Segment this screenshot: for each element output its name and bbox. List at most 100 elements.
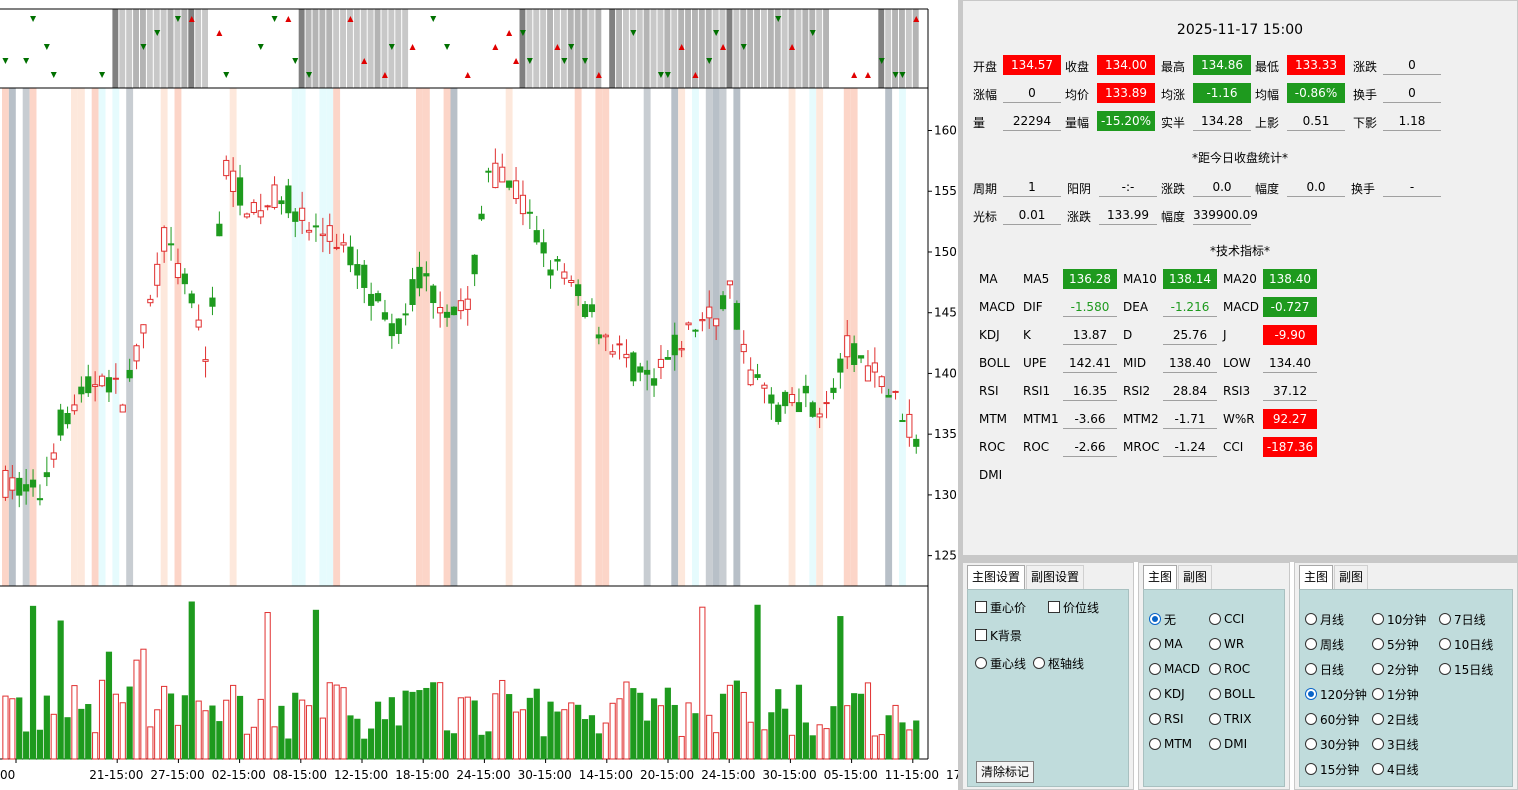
radio-indicator-roc[interactable]: ROC <box>1209 661 1250 677</box>
radio-circle[interactable] <box>1149 613 1161 625</box>
x-tick-label: 18-15:00 <box>395 768 449 782</box>
radio-circle[interactable] <box>1149 663 1161 675</box>
radio-circle[interactable] <box>1209 688 1221 700</box>
radio-indicator-trix[interactable]: TRIX <box>1209 711 1251 727</box>
radio-indicator-cci[interactable]: CCI <box>1209 611 1244 627</box>
radio-period[interactable]: 日线 <box>1305 661 1344 677</box>
radio-circle[interactable] <box>1149 688 1161 700</box>
radio-circle[interactable] <box>1372 613 1384 625</box>
radio-circle[interactable] <box>1305 638 1317 650</box>
checkbox-box[interactable] <box>975 629 987 641</box>
radio-center-line[interactable]: 重心线 <box>975 655 1026 671</box>
radio-period[interactable]: 3日线 <box>1372 736 1419 752</box>
radio-circle[interactable] <box>1209 713 1221 725</box>
radio-circle[interactable] <box>1305 713 1317 725</box>
radio-pivot-line[interactable]: 枢轴线 <box>1033 655 1084 671</box>
radio-indicator-macd[interactable]: MACD <box>1149 661 1200 677</box>
radio-circle[interactable] <box>1372 713 1384 725</box>
tab-period-sub[interactable]: 副图 <box>1334 565 1369 589</box>
radio-circle[interactable] <box>1209 613 1221 625</box>
indicator-name: KDJ <box>979 328 1000 342</box>
signal-band <box>547 9 553 88</box>
radio-indicator-boll[interactable]: BOLL <box>1209 686 1255 702</box>
radio-circle[interactable] <box>1372 738 1384 750</box>
radio-circle[interactable] <box>1149 638 1161 650</box>
radio-period[interactable]: 30分钟 <box>1305 736 1359 752</box>
radio-circle[interactable] <box>1149 713 1161 725</box>
tab-period-main[interactable]: 主图 <box>1299 565 1334 589</box>
radio-circle[interactable] <box>1209 663 1221 675</box>
checkbox-price-line[interactable]: 价位线 <box>1048 599 1099 615</box>
candle-body <box>140 324 147 334</box>
radio-circle[interactable] <box>1305 613 1317 625</box>
radio-period[interactable]: 月线 <box>1305 611 1344 627</box>
checkbox-box[interactable] <box>1048 601 1060 613</box>
radio-period[interactable]: 周线 <box>1305 636 1344 652</box>
volume-bar <box>568 702 575 760</box>
radio-indicator-ma[interactable]: MA <box>1149 636 1183 652</box>
radio-period[interactable]: 15分钟 <box>1305 761 1359 777</box>
tab-indicator-sub[interactable]: 副图 <box>1178 565 1213 589</box>
radio-circle[interactable] <box>1209 638 1221 650</box>
radio-circle[interactable] <box>1372 688 1384 700</box>
candle-body <box>347 246 354 266</box>
radio-indicator-dmi[interactable]: DMI <box>1209 736 1247 752</box>
radio-period[interactable]: 4日线 <box>1372 761 1419 777</box>
indicator-label: W%R <box>1223 412 1255 426</box>
indicator-value: 92.27 <box>1263 409 1317 429</box>
candle-body <box>43 472 50 478</box>
radio-circle[interactable] <box>1439 613 1451 625</box>
checkbox-box[interactable] <box>975 601 987 613</box>
candle-body <box>713 318 720 327</box>
tab-main-settings[interactable]: 主图设置 <box>967 565 1026 589</box>
kline-chart[interactable]: 125 130 135 140 145 150 155 160 00 21-15:00 27-15:… <box>0 0 958 790</box>
radio-period[interactable]: 2分钟 <box>1372 661 1419 677</box>
candle-body <box>802 385 809 394</box>
radio-period[interactable]: 7日线 <box>1439 611 1486 627</box>
volume-bar <box>471 700 478 760</box>
radio-circle[interactable] <box>1372 663 1384 675</box>
radio-circle[interactable] <box>1439 638 1451 650</box>
quote-label: 上影 <box>1255 116 1280 130</box>
radio-circle[interactable] <box>1033 657 1045 669</box>
volume-bar <box>285 738 292 760</box>
radio-circle[interactable] <box>1149 738 1161 750</box>
radio-circle[interactable] <box>1439 663 1451 675</box>
tab-sub-settings[interactable]: 副图设置 <box>1026 565 1085 589</box>
radio-indicator-rsi[interactable]: RSI <box>1149 711 1184 727</box>
radio-circle[interactable] <box>1305 688 1317 700</box>
checkbox-center-price[interactable]: 重心价 <box>975 599 1026 615</box>
signal-band <box>823 9 829 88</box>
radio-period[interactable]: 10日线 <box>1439 636 1493 652</box>
candle-body <box>361 264 368 288</box>
volume-bar <box>499 679 506 760</box>
radio-period[interactable]: 2日线 <box>1372 711 1419 727</box>
radio-circle[interactable] <box>1305 663 1317 675</box>
radio-circle[interactable] <box>1305 763 1317 775</box>
radio-indicator-mtm[interactable]: MTM <box>1149 736 1192 752</box>
radio-indicator-wr[interactable]: WR <box>1209 636 1244 652</box>
radio-circle[interactable] <box>1209 738 1221 750</box>
radio-circle[interactable] <box>1305 738 1317 750</box>
radio-indicator-kdj[interactable]: KDJ <box>1149 686 1185 702</box>
candle-body <box>719 295 727 310</box>
y-tick-label: 155 <box>934 184 957 198</box>
radio-period[interactable]: 120分钟 <box>1305 686 1367 702</box>
indicator-value: -187.36 <box>1263 437 1317 457</box>
radio-indicator-无[interactable]: 无 <box>1149 611 1176 627</box>
signal-band <box>333 9 340 88</box>
candle-body <box>740 343 747 353</box>
checkbox-k-background[interactable]: K背景 <box>975 627 1022 643</box>
radio-period[interactable]: 10分钟 <box>1372 611 1426 627</box>
radio-period[interactable]: 5分钟 <box>1372 636 1419 652</box>
radio-circle[interactable] <box>1372 638 1384 650</box>
radio-period[interactable]: 1分钟 <box>1372 686 1419 702</box>
kline-chart-area[interactable]: 125 130 135 140 145 150 155 160 00 21-15:00 27-15:… <box>0 0 958 790</box>
radio-circle[interactable] <box>975 657 987 669</box>
radio-circle[interactable] <box>1372 763 1384 775</box>
tab-indicator-main[interactable]: 主图 <box>1143 565 1178 589</box>
volume-bar <box>181 695 188 760</box>
radio-period[interactable]: 15日线 <box>1439 661 1493 677</box>
radio-period[interactable]: 60分钟 <box>1305 711 1359 727</box>
clear-marks-button[interactable]: 清除标记 <box>976 761 1035 783</box>
